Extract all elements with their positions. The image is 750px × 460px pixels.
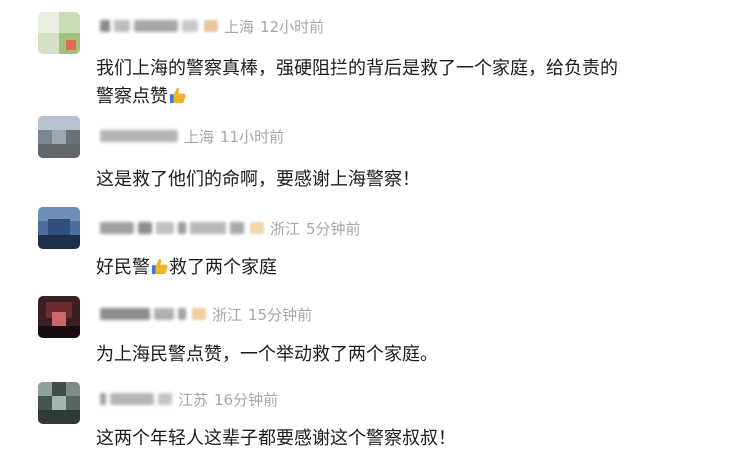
comment-text: 为上海民警点赞，一个举动救了两个家庭。 — [96, 344, 438, 365]
comment-time: 5分钟前 — [306, 219, 361, 238]
comment-location: 浙江 — [212, 305, 243, 324]
thumbs-up-icon — [151, 259, 168, 275]
username-blurred[interactable] — [100, 222, 244, 234]
comment-meta: 上海 11小时前 — [100, 124, 284, 148]
user-badge-icon — [250, 222, 264, 234]
comment-text: 这是救了他们的命啊，要感谢上海警察！ — [96, 169, 420, 190]
username-blurred[interactable] — [100, 308, 186, 320]
comment-text-part-1: 好民警 — [96, 257, 150, 278]
comment-meta: 浙江 5分钟前 — [100, 216, 361, 240]
comment-text-line-1: 我们上海的警察真棒，强硬阻拦的背后是救了一个家庭，给负责的 — [96, 58, 618, 79]
comment-location: 上海 — [224, 17, 255, 36]
comment-location: 上海 — [184, 127, 215, 146]
comment-text: 我们上海的警察真棒，强硬阻拦的背后是救了一个家庭，给负责的 警察点赞 — [96, 55, 716, 111]
comment-text-line-2: 警察点赞 — [96, 83, 716, 111]
comment-text: 这两个年轻人这辈子都要感谢这个警察叔叔！ — [96, 428, 456, 449]
thumbs-up-icon — [169, 88, 186, 104]
avatar[interactable] — [38, 12, 80, 54]
comment-text-part-2: 救了两个家庭 — [169, 257, 277, 278]
avatar[interactable] — [38, 296, 80, 338]
avatar[interactable] — [38, 207, 80, 249]
username-blurred[interactable] — [100, 20, 198, 32]
comment-time: 16分钟前 — [214, 390, 279, 409]
comment-time: 15分钟前 — [248, 305, 313, 324]
comment-text: 好民警 救了两个家庭 — [96, 254, 716, 282]
avatar[interactable] — [38, 116, 80, 158]
comment-text-line-2-text: 警察点赞 — [96, 86, 168, 107]
username-blurred[interactable] — [100, 130, 178, 142]
user-badge-icon — [204, 20, 218, 32]
comment-meta: 浙江 15分钟前 — [100, 302, 312, 326]
comment-meta: 上海 12小时前 — [100, 14, 324, 38]
comment-page: { "comments": [ { "location": "上海", "tim… — [0, 0, 750, 460]
avatar[interactable] — [38, 382, 80, 424]
comment-meta: 江苏 16分钟前 — [100, 387, 278, 411]
comment-location: 浙江 — [270, 219, 301, 238]
comment-location: 江苏 — [178, 390, 209, 409]
user-badge-icon — [192, 308, 206, 320]
comment-time: 11小时前 — [220, 127, 285, 146]
username-blurred[interactable] — [100, 393, 172, 405]
comment-time: 12小时前 — [260, 17, 325, 36]
